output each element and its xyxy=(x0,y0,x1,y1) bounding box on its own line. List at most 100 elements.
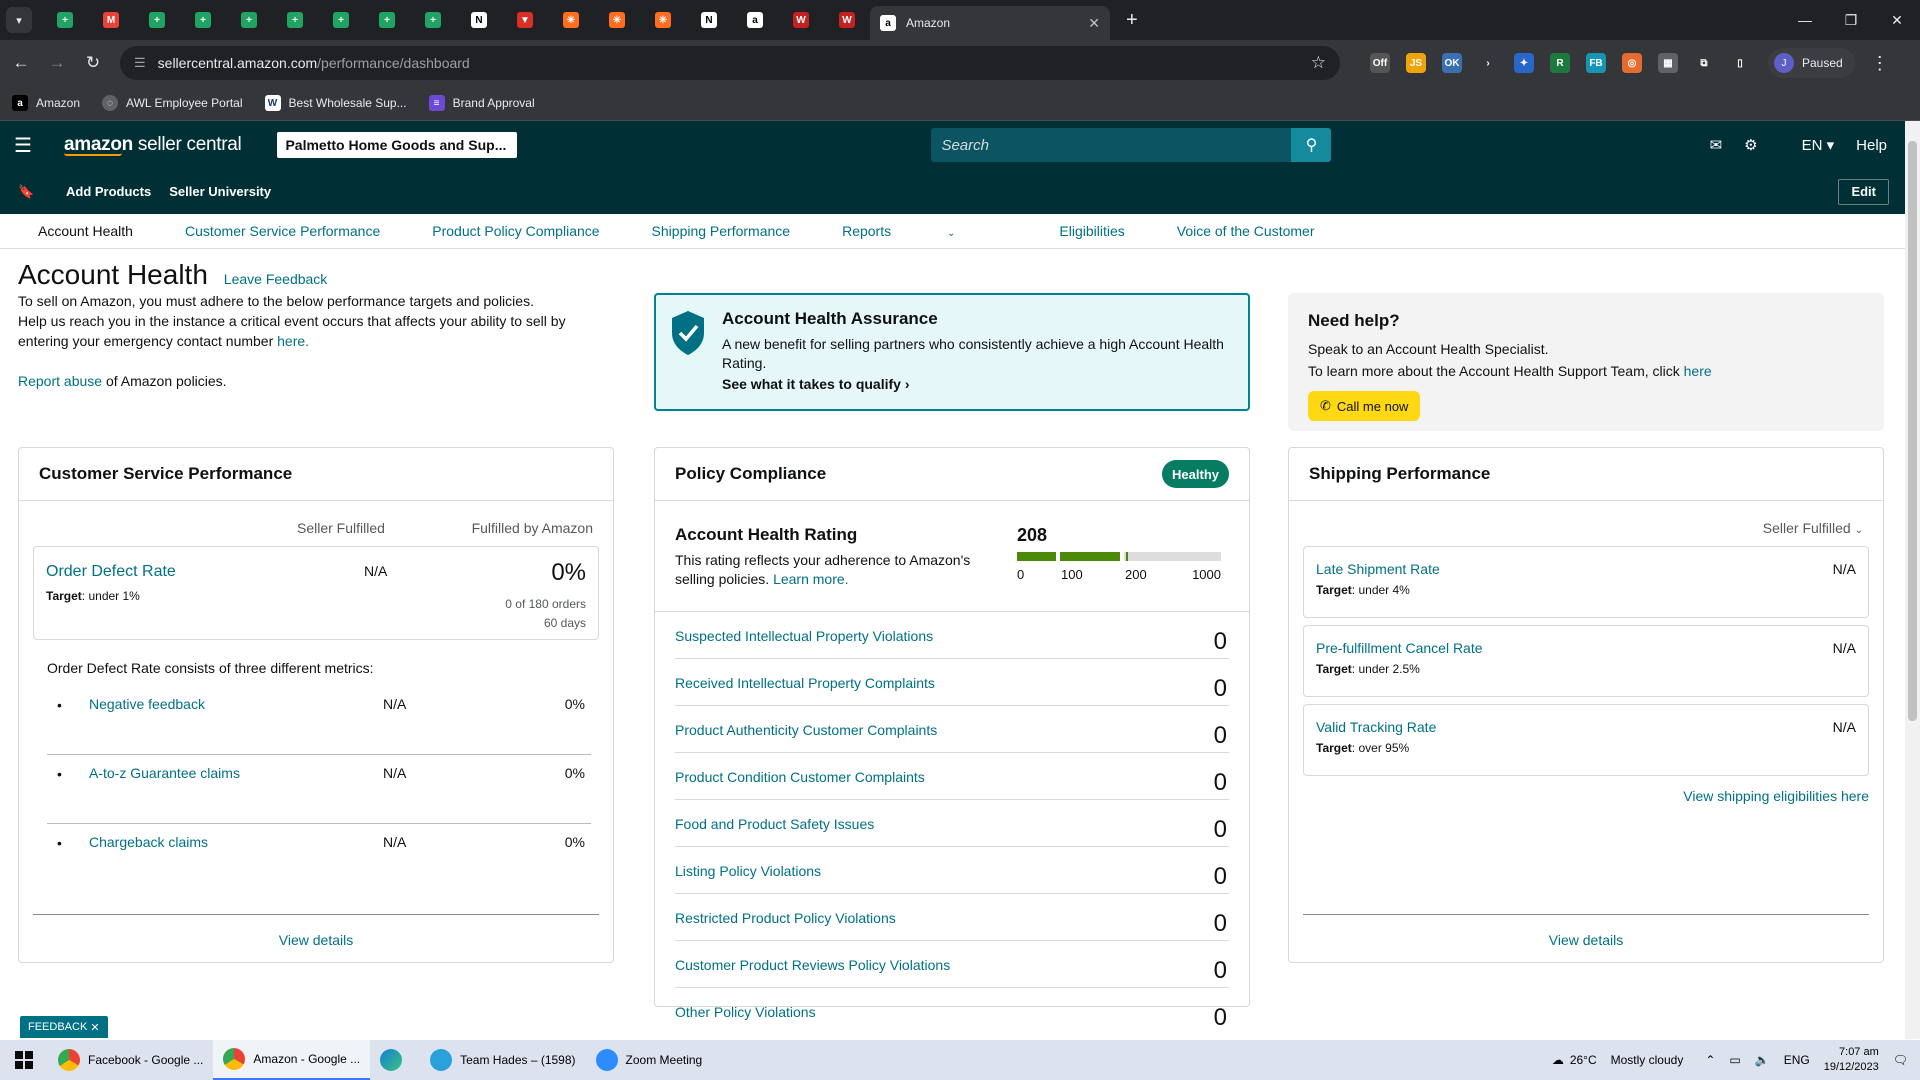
pre-fulfillment-cancel-rate-link[interactable]: Pre-fulfillment Cancel Rate xyxy=(1316,640,1483,656)
pinned-tab[interactable]: ✳ xyxy=(640,4,686,36)
leave-feedback-link[interactable]: Leave Feedback xyxy=(224,271,328,287)
extensions-puzzle-icon[interactable]: ⧉ xyxy=(1694,53,1714,73)
close-icon[interactable]: ✕ xyxy=(90,1021,99,1034)
profile-button[interactable]: J Paused xyxy=(1768,48,1855,78)
pinned-tab[interactable]: ✳ xyxy=(594,4,640,36)
pinned-tab[interactable]: + xyxy=(180,4,226,36)
tab-product-policy-compliance[interactable]: Product Policy Compliance xyxy=(432,223,599,239)
windows-start-icon[interactable] xyxy=(0,1051,48,1069)
negative-feedback-link[interactable]: Negative feedback xyxy=(89,696,205,712)
new-tab-button[interactable]: + xyxy=(1126,9,1138,32)
gear-icon[interactable]: ⚙ xyxy=(1744,136,1757,154)
bookmark-best-wholesale[interactable]: W Best Wholesale Sup... xyxy=(264,95,407,111)
extension-icon[interactable]: ◎ xyxy=(1622,53,1642,73)
clock[interactable]: 7:07 am 19/12/2023 xyxy=(1824,1045,1879,1075)
pinned-tab[interactable]: W xyxy=(778,4,824,36)
page-scrollbar[interactable] xyxy=(1905,121,1920,1039)
address-bar[interactable]: ☰ sellercentral.amazon.com/performance/d… xyxy=(120,46,1340,80)
policy-violation-link[interactable]: Suspected Intellectual Property Violatio… xyxy=(675,628,933,644)
pinned-tab[interactable]: + xyxy=(364,4,410,36)
pinned-tab[interactable]: + xyxy=(42,4,88,36)
bookmark-awl-portal[interactable]: ◌ AWL Employee Portal xyxy=(102,95,243,111)
input-language[interactable]: ENG xyxy=(1784,1053,1810,1067)
extension-icon[interactable]: Off xyxy=(1370,53,1390,73)
call-me-now-button[interactable]: ✆ Call me now xyxy=(1308,391,1421,421)
scrollbar-thumb[interactable] xyxy=(1908,141,1917,721)
hamburger-menu-icon[interactable]: ☰ xyxy=(14,133,44,158)
store-selector[interactable]: Palmetto Home Goods and Sup... xyxy=(277,132,518,158)
site-info-icon[interactable]: ☰ xyxy=(134,55,146,71)
close-tab-icon[interactable]: ✕ xyxy=(1088,15,1100,32)
seller-university-link[interactable]: Seller University xyxy=(169,184,271,199)
weather-icon[interactable]: ☁ xyxy=(1552,1053,1564,1067)
pinned-tab[interactable]: ▼ xyxy=(502,4,548,36)
learn-more-link[interactable]: Learn more. xyxy=(773,571,848,587)
support-team-link[interactable]: here xyxy=(1684,363,1712,379)
network-icon[interactable]: ▭ xyxy=(1729,1053,1740,1067)
bookmark-amazon[interactable]: a Amazon xyxy=(12,95,80,111)
extension-icon[interactable]: › xyxy=(1478,53,1498,73)
shipping-view-details-link[interactable]: View details xyxy=(1289,932,1883,948)
taskbar-zoom[interactable]: Zoom Meeting xyxy=(586,1040,713,1080)
tab-customer-service-performance[interactable]: Customer Service Performance xyxy=(185,223,380,239)
bookmark-star-icon[interactable]: ☆ xyxy=(1311,53,1326,73)
policy-violation-link[interactable]: Customer Product Reviews Policy Violatio… xyxy=(675,957,950,973)
policy-violation-link[interactable]: Product Condition Customer Complaints xyxy=(675,769,925,785)
restore-button[interactable]: ❐ xyxy=(1828,0,1874,40)
extension-icon[interactable]: OK xyxy=(1442,53,1462,73)
search-input[interactable]: Search xyxy=(931,128,1292,162)
policy-violation-link[interactable]: Other Policy Violations xyxy=(675,1004,816,1020)
tab-voice-of-the-customer[interactable]: Voice of the Customer xyxy=(1177,223,1315,239)
report-abuse-link[interactable]: Report abuse xyxy=(18,373,102,389)
forward-button[interactable]: → xyxy=(42,53,72,73)
tab-reports[interactable]: Reports ⌄ xyxy=(842,223,1007,239)
extension-icon[interactable]: ✦ xyxy=(1514,53,1534,73)
pinned-tab[interactable]: N xyxy=(456,4,502,36)
add-products-link[interactable]: Add Products xyxy=(66,184,151,199)
feedback-tab[interactable]: FEEDBACK ✕ xyxy=(20,1016,108,1038)
pinned-tab[interactable]: + xyxy=(272,4,318,36)
tab-account-health[interactable]: Account Health xyxy=(38,223,133,239)
qualify-link[interactable]: See what it takes to qualify › xyxy=(722,375,1230,394)
tab-search-button[interactable]: ▾ xyxy=(6,7,32,33)
tab-eligibilities[interactable]: Eligibilities xyxy=(1059,223,1124,239)
policy-violation-link[interactable]: Food and Product Safety Issues xyxy=(675,816,874,832)
side-panel-icon[interactable]: ▯ xyxy=(1730,53,1750,73)
policy-violation-link[interactable]: Product Authenticity Customer Complaints xyxy=(675,722,937,738)
policy-violation-link[interactable]: Listing Policy Violations xyxy=(675,863,821,879)
extension-icon[interactable]: ▦ xyxy=(1658,53,1678,73)
fulfillment-selector[interactable]: Seller Fulfilled ⌄ xyxy=(1763,520,1863,536)
pinned-tab[interactable]: + xyxy=(318,4,364,36)
seller-central-logo[interactable]: amazon seller central xyxy=(64,134,242,156)
late-shipment-rate-link[interactable]: Late Shipment Rate xyxy=(1316,561,1440,577)
policy-violation-link[interactable]: Restricted Product Policy Violations xyxy=(675,910,896,926)
pinned-tab[interactable]: W xyxy=(824,4,870,36)
edit-button[interactable]: Edit xyxy=(1838,178,1889,205)
a-to-z-claims-link[interactable]: A-to-z Guarantee claims xyxy=(89,765,240,781)
taskbar-chrome-facebook[interactable]: Facebook - Google ... xyxy=(48,1040,213,1080)
mail-icon[interactable]: ✉ xyxy=(1710,136,1723,154)
pinned-tab[interactable]: ✳ xyxy=(548,4,594,36)
chargeback-claims-link[interactable]: Chargeback claims xyxy=(89,834,208,850)
bookmark-brand-approval[interactable]: ≡ Brand Approval xyxy=(428,95,535,111)
extension-icon[interactable]: FB xyxy=(1586,53,1606,73)
emergency-contact-link[interactable]: here. xyxy=(277,333,309,349)
search-button[interactable]: ⚲ xyxy=(1291,128,1332,162)
valid-tracking-rate-link[interactable]: Valid Tracking Rate xyxy=(1316,719,1436,735)
language-selector[interactable]: EN ▾ xyxy=(1780,136,1835,154)
reload-button[interactable]: ↻ xyxy=(78,53,108,73)
bookmark-icon[interactable]: 🔖 xyxy=(18,184,48,200)
pinned-tab[interactable]: N xyxy=(686,4,732,36)
pinned-tab[interactable]: + xyxy=(410,4,456,36)
taskbar-chrome-amazon[interactable]: Amazon - Google ... xyxy=(213,1040,371,1080)
taskbar-telegram[interactable]: Team Hades – (1598) xyxy=(420,1040,585,1080)
close-window-button[interactable]: ✕ xyxy=(1874,0,1920,40)
volume-icon[interactable]: 🔈 xyxy=(1755,1053,1770,1067)
taskbar-edge[interactable] xyxy=(370,1040,420,1080)
back-button[interactable]: ← xyxy=(6,53,36,73)
csp-view-details-link[interactable]: View details xyxy=(19,932,613,948)
tab-shipping-performance[interactable]: Shipping Performance xyxy=(652,223,791,239)
pinned-tab[interactable]: M xyxy=(88,4,134,36)
pinned-tab[interactable]: + xyxy=(134,4,180,36)
policy-violation-link[interactable]: Received Intellectual Property Complaint… xyxy=(675,675,935,691)
